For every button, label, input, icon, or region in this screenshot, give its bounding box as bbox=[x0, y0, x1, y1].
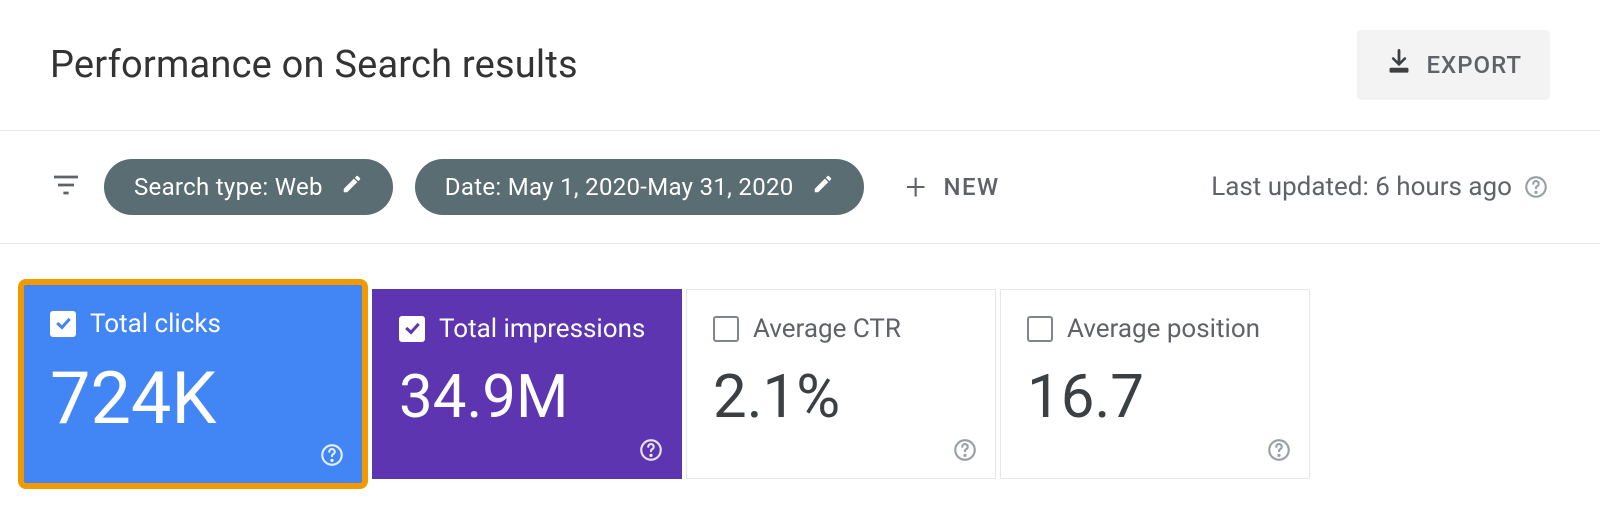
pencil-icon bbox=[341, 173, 363, 201]
help-icon[interactable] bbox=[951, 436, 979, 464]
checkbox-icon bbox=[399, 316, 425, 342]
metric-value: 34.9M bbox=[399, 364, 655, 430]
metric-label: Total clicks bbox=[90, 309, 221, 339]
download-icon bbox=[1385, 48, 1413, 82]
export-button[interactable]: EXPORT bbox=[1357, 30, 1551, 100]
metric-card-total-impressions[interactable]: Total impressions 34.9M bbox=[372, 289, 682, 479]
filter-bar: Search type: Web Date: May 1, 2020-May 3… bbox=[0, 131, 1600, 244]
metric-card-total-clicks[interactable]: Total clicks 724K bbox=[18, 279, 368, 489]
filter-chip-search-type-label: Search type: Web bbox=[134, 173, 323, 201]
add-filter-label: NEW bbox=[943, 173, 999, 201]
filter-chip-search-type[interactable]: Search type: Web bbox=[104, 159, 393, 215]
last-updated-text: Last updated: 6 hours ago bbox=[1211, 172, 1512, 202]
metric-label: Average position bbox=[1067, 314, 1260, 344]
metric-value: 724K bbox=[50, 359, 336, 438]
metric-label: Total impressions bbox=[439, 314, 645, 344]
help-icon[interactable] bbox=[637, 436, 665, 464]
checkbox-icon bbox=[713, 316, 739, 342]
metric-card-average-position[interactable]: Average position 16.7 bbox=[1000, 289, 1310, 479]
help-icon[interactable] bbox=[318, 441, 346, 469]
metric-value: 16.7 bbox=[1027, 364, 1283, 430]
filter-chip-date[interactable]: Date: May 1, 2020-May 31, 2020 bbox=[415, 159, 864, 215]
metric-label: Average CTR bbox=[753, 314, 901, 344]
page-header: Performance on Search results EXPORT bbox=[0, 0, 1600, 131]
export-button-label: EXPORT bbox=[1427, 51, 1523, 79]
checkbox-icon bbox=[50, 311, 76, 337]
plus-icon: + bbox=[906, 169, 928, 205]
metric-value: 2.1% bbox=[713, 364, 969, 430]
help-icon[interactable] bbox=[1265, 436, 1293, 464]
add-filter-button[interactable]: + NEW bbox=[898, 159, 1008, 215]
help-icon[interactable] bbox=[1522, 173, 1550, 201]
metrics-row: Total clicks 724K Total impressions 34.9… bbox=[0, 244, 1600, 489]
metric-card-average-ctr[interactable]: Average CTR 2.1% bbox=[686, 289, 996, 479]
filter-icon[interactable] bbox=[50, 169, 82, 205]
filter-chip-date-label: Date: May 1, 2020-May 31, 2020 bbox=[445, 173, 794, 201]
page-title: Performance on Search results bbox=[50, 43, 578, 87]
pencil-icon bbox=[812, 173, 834, 201]
checkbox-icon bbox=[1027, 316, 1053, 342]
last-updated: Last updated: 6 hours ago bbox=[1211, 172, 1550, 202]
